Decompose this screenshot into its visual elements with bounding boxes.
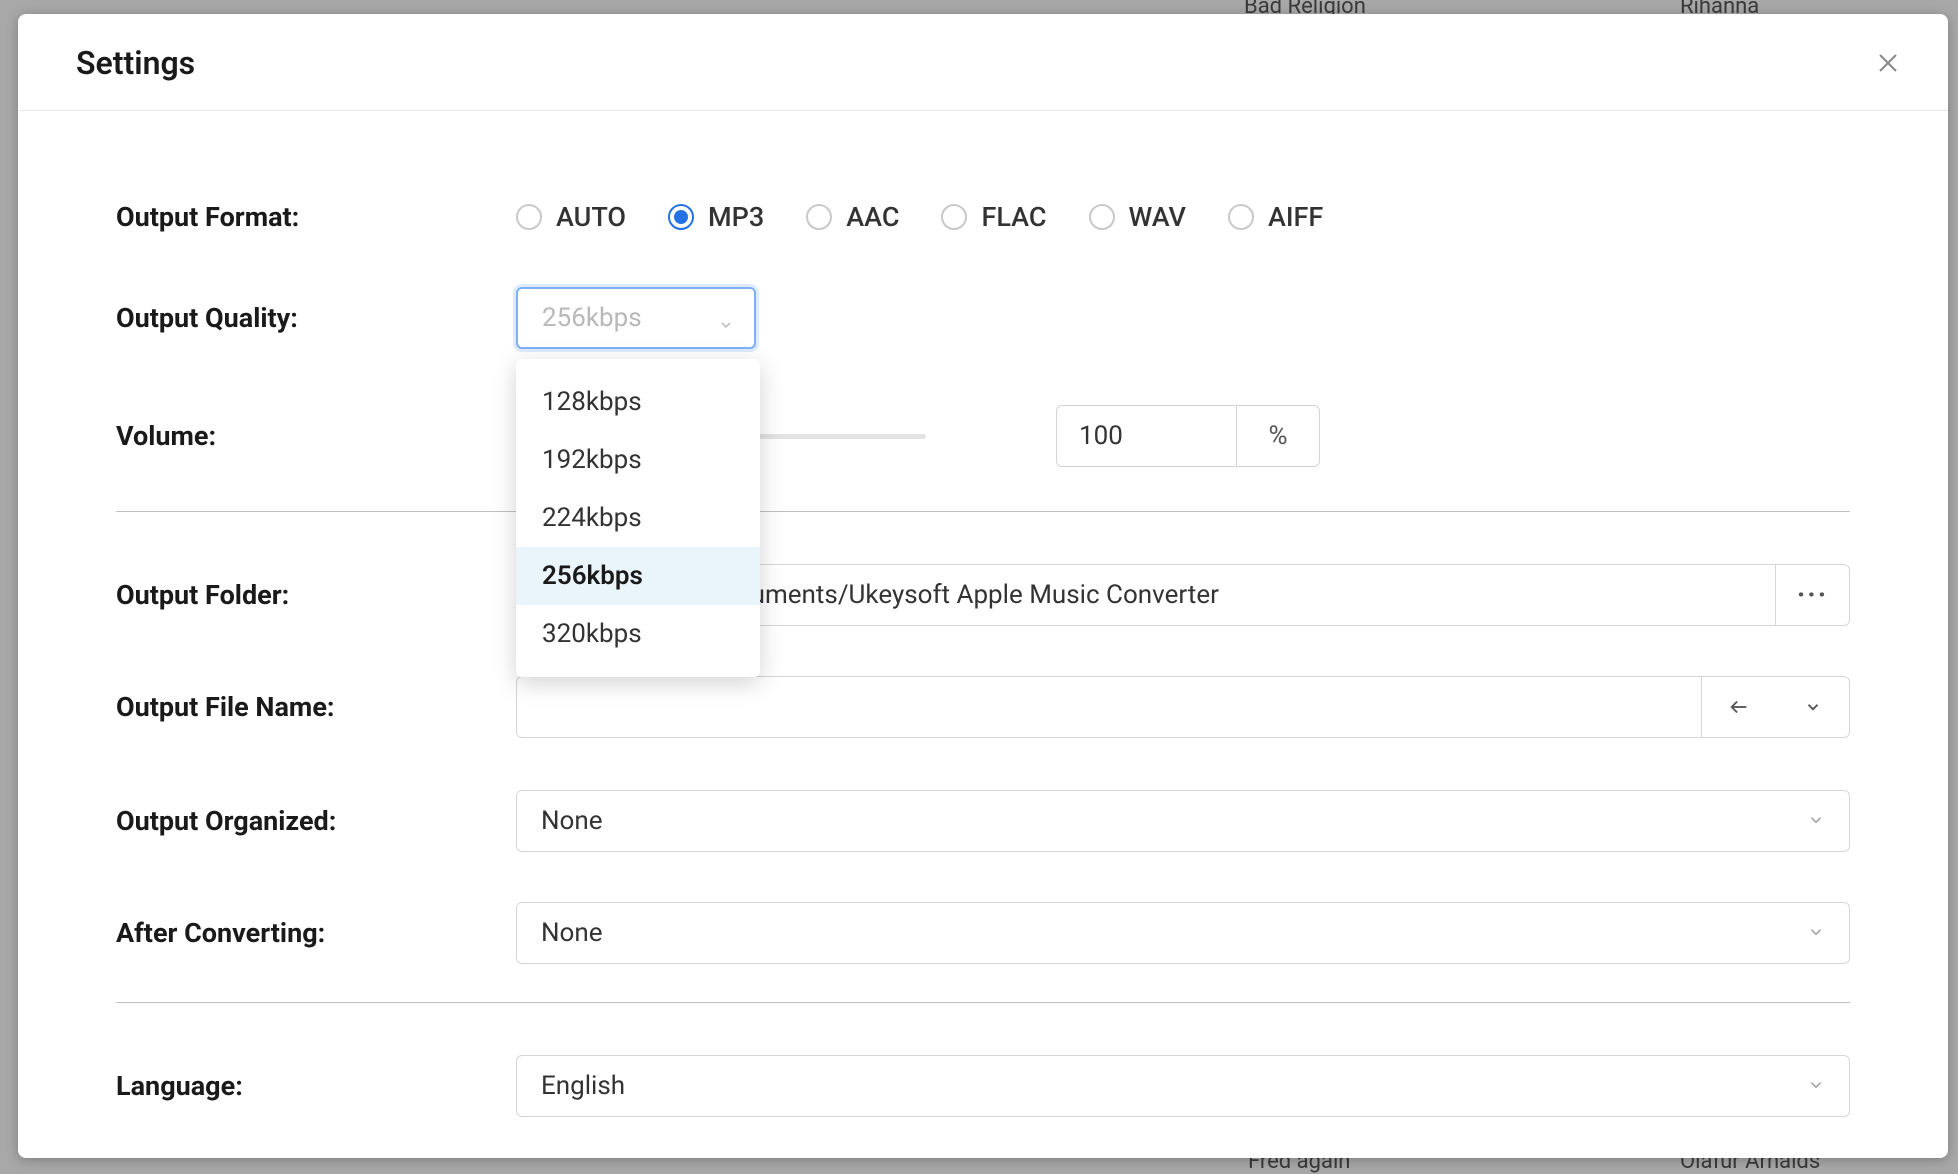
- output-organized-value: None: [541, 806, 603, 836]
- radio-label: AIFF: [1268, 201, 1323, 233]
- label-output-folder: Output Folder:: [116, 579, 516, 611]
- radio-circle-icon: [668, 204, 694, 230]
- modal-title: Settings: [76, 44, 195, 82]
- label-output-organized: Output Organized:: [116, 805, 516, 837]
- row-volume: Volume: %: [116, 405, 1850, 467]
- row-output-organized: Output Organized: None: [116, 790, 1850, 852]
- label-after-converting: After Converting:: [116, 917, 516, 949]
- divider: [116, 511, 1850, 512]
- file-name-back-button[interactable]: [1702, 676, 1776, 738]
- modal-header: Settings: [18, 14, 1948, 111]
- close-icon: [1876, 51, 1900, 75]
- output-organized-select[interactable]: None: [516, 790, 1850, 852]
- output-file-name-input[interactable]: [516, 676, 1702, 738]
- row-after-converting: After Converting: None: [116, 902, 1850, 964]
- language-select[interactable]: English: [516, 1055, 1850, 1117]
- output-format-radio-group: AUTO MP3 AAC FLAC WAV: [516, 201, 1323, 233]
- radio-aac[interactable]: AAC: [806, 201, 899, 233]
- radio-auto[interactable]: AUTO: [516, 201, 626, 233]
- close-button[interactable]: [1872, 47, 1904, 79]
- label-output-quality: Output Quality:: [116, 302, 516, 334]
- quality-option-256[interactable]: 256kbps: [516, 547, 760, 605]
- quality-option-192[interactable]: 192kbps: [516, 431, 760, 489]
- volume-input[interactable]: [1056, 405, 1236, 467]
- chevron-down-icon: [1804, 698, 1822, 716]
- row-output-quality: Output Quality: 256kbps 128kbps 192kbps …: [116, 287, 1850, 349]
- radio-circle-icon: [941, 204, 967, 230]
- label-language: Language:: [116, 1070, 516, 1102]
- chevron-down-icon: [1807, 806, 1825, 836]
- radio-wav[interactable]: WAV: [1089, 201, 1186, 233]
- browse-folder-button[interactable]: ···: [1776, 564, 1850, 626]
- radio-circle-icon: [806, 204, 832, 230]
- radio-mp3[interactable]: MP3: [668, 201, 764, 233]
- output-quality-select[interactable]: 256kbps 128kbps 192kbps 224kbps 256kbps …: [516, 287, 756, 349]
- quality-option-320[interactable]: 320kbps: [516, 605, 760, 663]
- after-converting-select[interactable]: None: [516, 902, 1850, 964]
- file-name-dropdown-button[interactable]: [1776, 676, 1850, 738]
- radio-label: WAV: [1129, 201, 1186, 233]
- label-volume: Volume:: [116, 420, 516, 452]
- output-quality-value: 256kbps: [542, 303, 642, 333]
- chevron-down-icon: [1807, 1071, 1825, 1101]
- row-language: Language: English: [116, 1055, 1850, 1117]
- settings-modal: Settings Output Format: AUTO MP3 AAC: [18, 14, 1948, 1158]
- chevron-down-icon: [718, 310, 734, 326]
- radio-label: MP3: [708, 201, 764, 233]
- volume-unit: %: [1236, 405, 1320, 467]
- row-output-format: Output Format: AUTO MP3 AAC FLAC: [116, 201, 1850, 233]
- label-output-format: Output Format:: [116, 201, 516, 233]
- label-output-file-name: Output File Name:: [116, 691, 516, 723]
- radio-circle-icon: [1089, 204, 1115, 230]
- divider: [116, 1002, 1850, 1003]
- language-value: English: [541, 1071, 625, 1101]
- row-output-folder: Output Folder: ···: [116, 564, 1850, 626]
- radio-flac[interactable]: FLAC: [941, 201, 1046, 233]
- radio-circle-icon: [516, 204, 542, 230]
- arrow-left-icon: [1728, 696, 1750, 718]
- radio-label: AUTO: [556, 201, 626, 233]
- output-quality-dropdown: 128kbps 192kbps 224kbps 256kbps 320kbps: [516, 359, 760, 677]
- modal-body: Output Format: AUTO MP3 AAC FLAC: [18, 111, 1948, 1158]
- radio-label: FLAC: [981, 201, 1046, 233]
- quality-option-224[interactable]: 224kbps: [516, 489, 760, 547]
- row-output-file-name: Output File Name:: [116, 676, 1850, 738]
- radio-aiff[interactable]: AIFF: [1228, 201, 1323, 233]
- chevron-down-icon: [1807, 918, 1825, 948]
- radio-circle-icon: [1228, 204, 1254, 230]
- radio-label: AAC: [846, 201, 899, 233]
- after-converting-value: None: [541, 918, 603, 948]
- quality-option-128[interactable]: 128kbps: [516, 373, 760, 431]
